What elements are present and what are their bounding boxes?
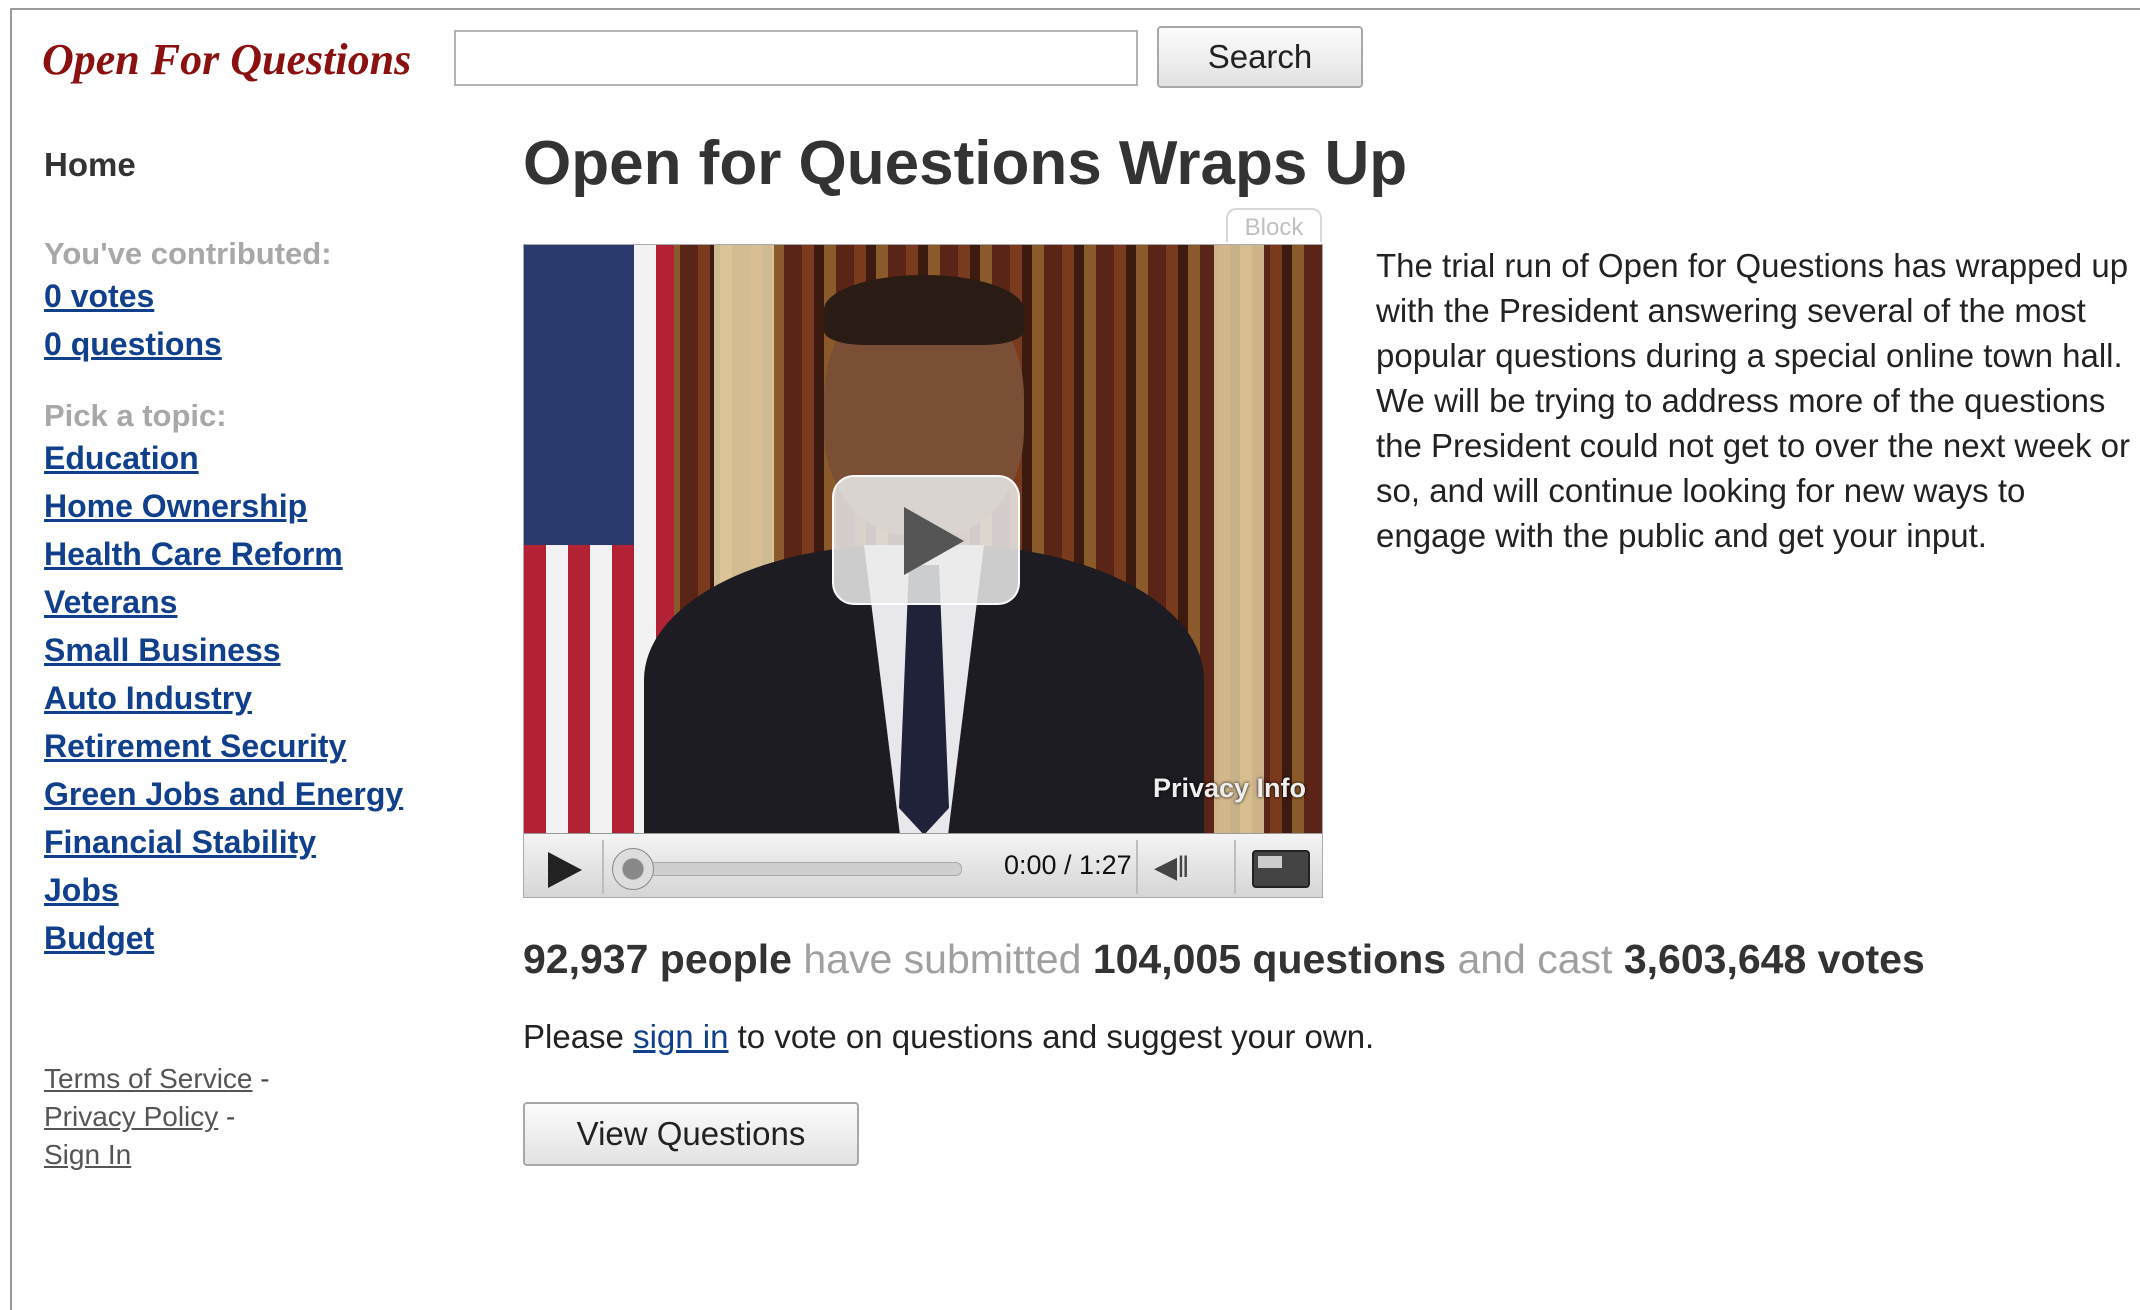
control-divider xyxy=(1136,840,1138,894)
signin-prompt-before: Please xyxy=(523,1018,624,1055)
play-icon[interactable] xyxy=(548,852,582,888)
search-input[interactable] xyxy=(454,30,1138,86)
description-text: The trial run of Open for Questions has … xyxy=(1376,247,2130,554)
contributed-label: You've contributed: xyxy=(44,236,332,271)
stat-text: and cast xyxy=(1457,936,1613,982)
footer-separator: - xyxy=(226,1101,236,1132)
site-logo[interactable]: Open For Questions xyxy=(42,34,411,85)
signin-prompt-after: to vote on questions and suggest your ow… xyxy=(737,1018,1375,1055)
footer-signin-link[interactable]: Sign In xyxy=(44,1139,131,1170)
bookshelf-highlight xyxy=(1214,245,1264,833)
footer-links: Terms of Service - Privacy Policy - Sign… xyxy=(44,1060,270,1174)
page-title: Open for Questions Wraps Up xyxy=(523,129,1408,198)
screen-size-icon[interactable] xyxy=(1252,850,1310,888)
topic-link-home-ownership[interactable]: Home Ownership xyxy=(44,482,464,530)
topic-link-budget[interactable]: Budget xyxy=(44,914,464,962)
sidebar-item-home[interactable]: Home xyxy=(44,146,464,184)
privacy-link[interactable]: Privacy Policy xyxy=(44,1101,218,1132)
flag-canton xyxy=(524,245,634,545)
control-divider xyxy=(1234,840,1236,894)
speaker-hair xyxy=(824,275,1024,345)
volume-icon[interactable]: ◀‖ xyxy=(1154,850,1189,885)
progress-handle[interactable] xyxy=(612,848,654,890)
progress-track[interactable] xyxy=(624,862,962,876)
topic-list: Education Home Ownership Health Care Ref… xyxy=(44,434,464,962)
topic-link-financial-stability[interactable]: Financial Stability xyxy=(44,818,464,866)
topic-link-health-care-reform[interactable]: Health Care Reform xyxy=(44,530,464,578)
signin-link[interactable]: sign in xyxy=(633,1018,728,1055)
questions-link[interactable]: 0 questions xyxy=(44,320,464,368)
search-button[interactable]: Search xyxy=(1157,26,1363,88)
view-questions-button[interactable]: View Questions xyxy=(523,1102,859,1166)
topic-link-auto-industry[interactable]: Auto Industry xyxy=(44,674,464,722)
sidebar: Home You've contributed: 0 votes 0 quest… xyxy=(44,146,464,962)
stat-votes: 3,603,648 votes xyxy=(1623,936,1925,982)
topic-label: Pick a topic: xyxy=(44,398,227,433)
signin-prompt: Please sign in to vote on questions and … xyxy=(523,1018,1374,1056)
topic-link-green-jobs-and-energy[interactable]: Green Jobs and Energy xyxy=(44,770,464,818)
topic-link-retirement-security[interactable]: Retirement Security xyxy=(44,722,464,770)
topic-link-education[interactable]: Education xyxy=(44,434,464,482)
stats-line: 92,937 people have submitted 104,005 que… xyxy=(523,936,1925,983)
block-tag[interactable]: Block xyxy=(1226,208,1322,242)
votes-link[interactable]: 0 votes xyxy=(44,272,464,320)
stat-people: 92,937 people xyxy=(523,936,792,982)
privacy-info-link[interactable]: Privacy Info xyxy=(1153,773,1306,804)
footer-separator: - xyxy=(260,1063,270,1094)
control-divider xyxy=(602,840,604,894)
play-overlay-icon[interactable] xyxy=(832,475,1020,605)
video-controls: 0:00 / 1:27 ◀‖ xyxy=(524,833,1322,897)
terms-link[interactable]: Terms of Service xyxy=(44,1063,253,1094)
stat-text: have submitted xyxy=(803,936,1082,982)
topic-link-veterans[interactable]: Veterans xyxy=(44,578,464,626)
stat-questions: 104,005 questions xyxy=(1092,936,1447,982)
video-player[interactable]: Privacy Info 0:00 / 1:27 ◀‖ xyxy=(523,244,1323,898)
topic-link-jobs[interactable]: Jobs xyxy=(44,866,464,914)
time-display: 0:00 / 1:27 xyxy=(1004,850,1132,880)
topic-link-small-business[interactable]: Small Business xyxy=(44,626,464,674)
